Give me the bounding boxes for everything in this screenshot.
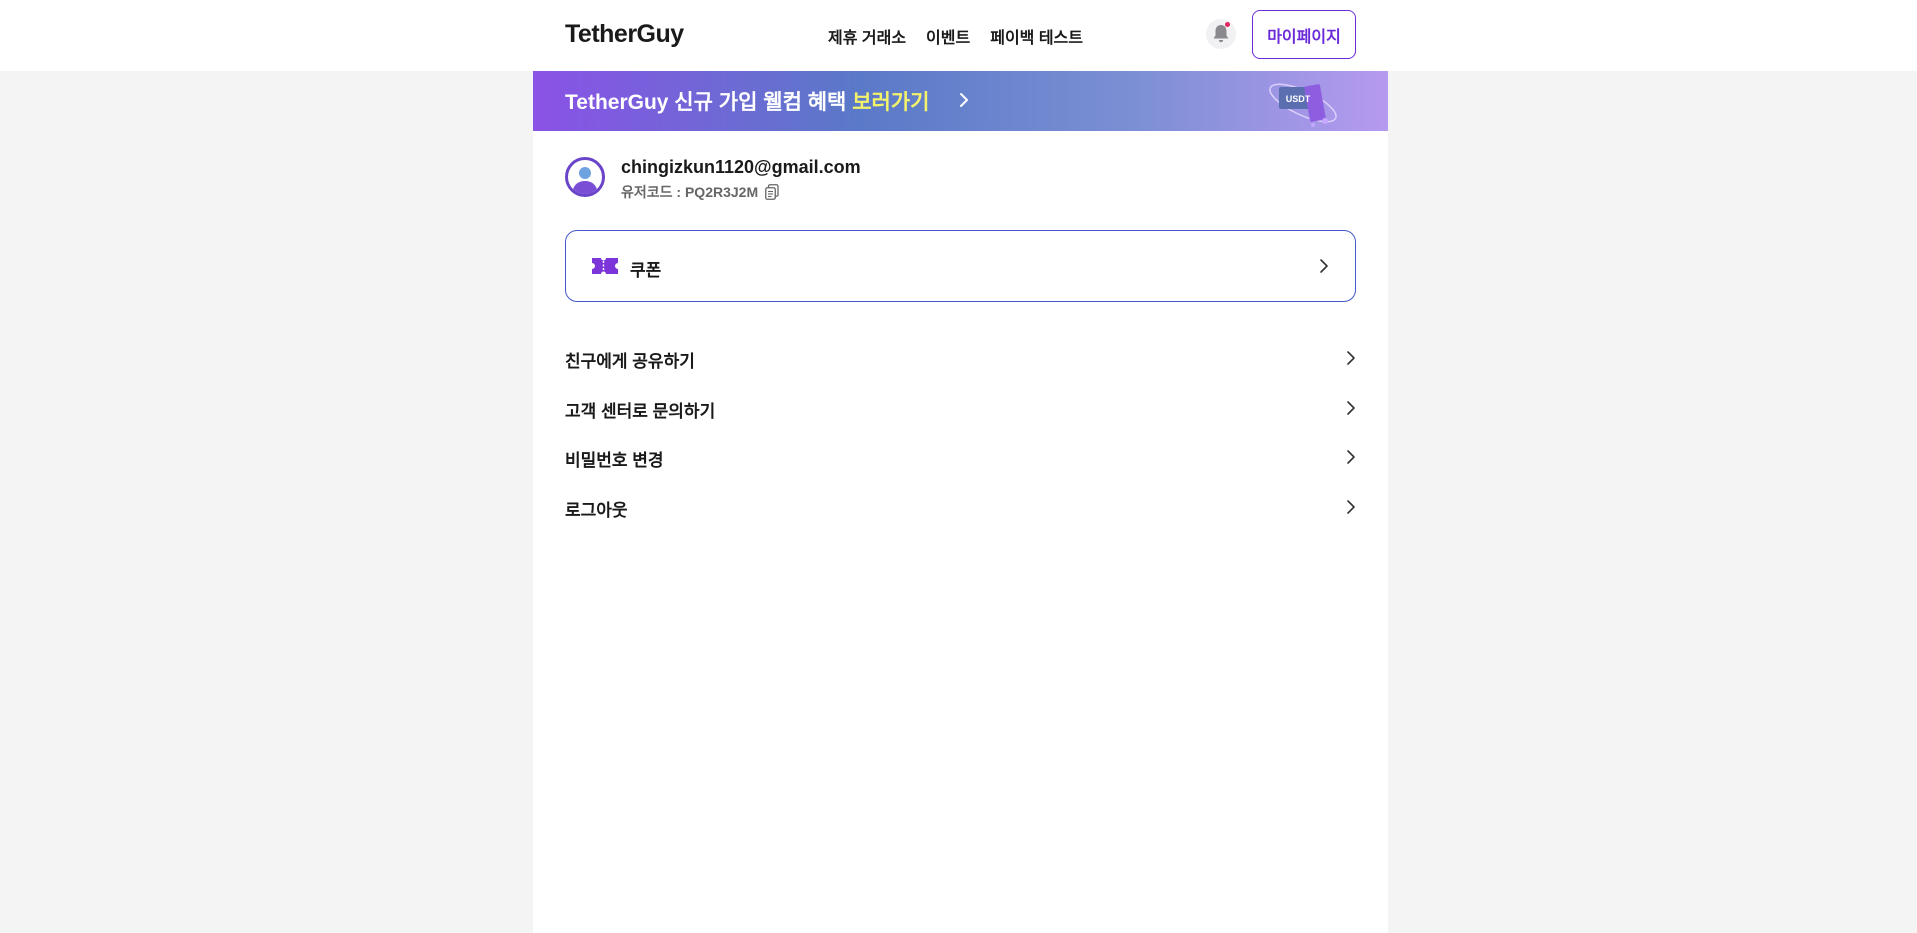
welcome-banner[interactable]: TetherGuy 신규 가입 웰컴 혜택 보러가기 USDT — [533, 71, 1388, 131]
usercode-value: PQ2R3J2M — [684, 184, 759, 200]
usdt-ticket-graphic: USDT — [1269, 83, 1337, 127]
main-nav: 제휴 거래소 이벤트 페이백 테스트 — [828, 24, 1083, 48]
menu-item-label: 로그아웃 — [565, 501, 628, 520]
menu-item-label: 비밀번호 변경 — [565, 451, 664, 470]
bell-icon — [1213, 25, 1229, 43]
usercode-text: 유저코드 : PQ2R3J2M — [621, 182, 758, 202]
banner-text: TetherGuy 신규 가입 웰컴 혜택 보러가기 — [565, 86, 929, 116]
main-content: TetherGuy 신규 가입 웰컴 혜택 보러가기 USDT chingizk… — [533, 71, 1388, 933]
chevron-right-icon — [1347, 500, 1355, 514]
user-email: chingizkun1120@gmail.com — [621, 157, 861, 177]
menu-item-label: 친구에게 공유하기 — [565, 352, 695, 371]
menu-item-label: 고객 센터로 문의하기 — [565, 402, 716, 421]
coupon-label: 쿠폰 — [630, 261, 662, 280]
chevron-right-icon — [960, 93, 968, 107]
copy-icon — [765, 184, 779, 200]
banner-cta: 보러가기 — [852, 91, 930, 114]
chevron-right-icon — [1347, 401, 1355, 415]
usdt-badge-text: USDT — [1286, 94, 1311, 104]
logo[interactable]: TetherGuy — [565, 20, 684, 49]
banner-message: 신규 가입 웰컴 혜택 — [668, 91, 853, 114]
nav-item-payback-test[interactable]: 페이백 테스트 — [990, 24, 1083, 48]
coupon-button[interactable]: 쿠폰 — [565, 230, 1356, 302]
mypage-button[interactable]: 마이페이지 — [1252, 10, 1356, 59]
top-header: TetherGuy 제휴 거래소 이벤트 페이백 테스트 마이페이지 — [0, 0, 1917, 71]
chevron-right-icon — [1347, 450, 1355, 464]
nav-item-partner-exchange[interactable]: 제휴 거래소 — [828, 24, 906, 48]
chevron-right-icon — [1347, 351, 1355, 365]
notification-button[interactable] — [1206, 19, 1236, 49]
banner-brand: TetherGuy — [565, 91, 669, 114]
copy-button[interactable] — [765, 184, 779, 200]
menu-item-change-password[interactable]: 비밀번호 변경 — [565, 436, 1356, 476]
notification-dot — [1225, 22, 1230, 27]
chevron-right-icon — [1320, 259, 1328, 273]
menu-item-customer-center[interactable]: 고객 센터로 문의하기 — [565, 387, 1356, 427]
usercode-label: 유저코드 : — [621, 184, 685, 200]
usercode-row: 유저코드 : PQ2R3J2M — [621, 182, 779, 202]
avatar — [565, 157, 605, 197]
menu-item-share-friends[interactable]: 친구에게 공유하기 — [565, 337, 1356, 377]
user-avatar-icon — [572, 167, 598, 194]
menu-item-logout[interactable]: 로그아웃 — [565, 486, 1356, 526]
nav-item-event[interactable]: 이벤트 — [926, 24, 970, 48]
ticket-icon — [592, 258, 618, 274]
